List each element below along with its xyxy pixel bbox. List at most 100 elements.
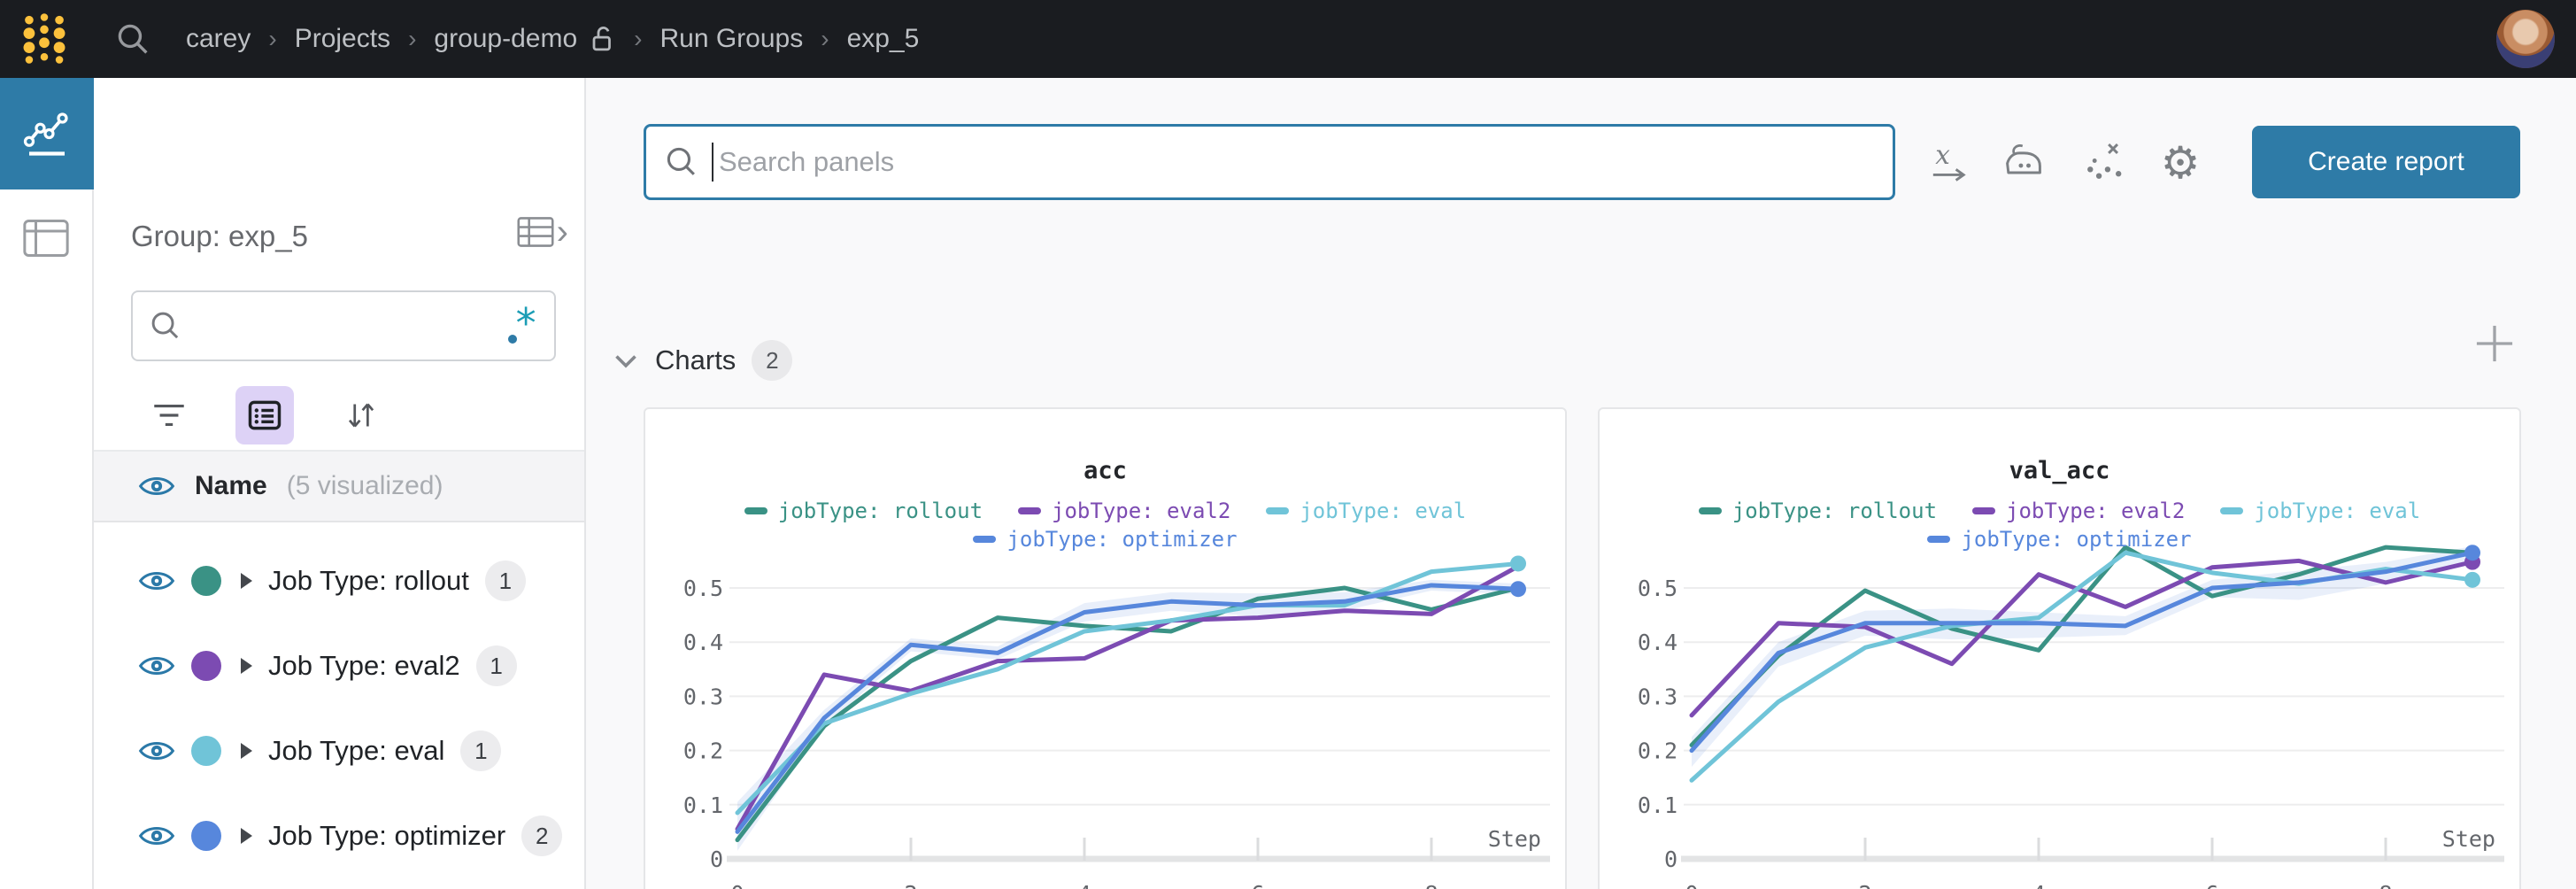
- run-color-dot: [191, 821, 221, 851]
- outliers-button[interactable]: [2079, 137, 2127, 189]
- regex-toggle[interactable]: *: [506, 305, 538, 347]
- eye-icon[interactable]: [138, 823, 175, 849]
- search-icon: [149, 309, 182, 343]
- x-axis-settings-button[interactable]: x: [1924, 137, 1972, 189]
- unlock-icon: [590, 24, 616, 54]
- table-icon: [516, 215, 555, 249]
- name-header-row[interactable]: Name (5 visualized): [94, 452, 584, 522]
- run-count-badge: 1: [485, 560, 526, 601]
- caret-right-icon[interactable]: [241, 828, 252, 844]
- workspace-main: Search panels x ⚙ Create: [586, 78, 2576, 889]
- group-row-rollout[interactable]: Job Type: rollout 1: [94, 538, 584, 623]
- settings-gear-icon[interactable]: ⚙: [2161, 141, 2201, 185]
- chevron-down-icon[interactable]: [613, 349, 639, 372]
- svg-text:0: 0: [710, 846, 723, 872]
- svg-text:x: x: [1935, 140, 1950, 170]
- panel-search-input[interactable]: Search panels: [644, 124, 1895, 200]
- eye-icon[interactable]: [138, 738, 175, 764]
- breadcrumb-separator: ›: [268, 25, 276, 53]
- legend-dash-icon: [2220, 507, 2243, 514]
- breadcrumb-projects[interactable]: Projects: [295, 24, 390, 54]
- chart-legend: jobType: rollout jobType: eval2 jobType: e…: [1662, 499, 2458, 552]
- legend-dash-icon: [1018, 507, 1041, 514]
- sort-button[interactable]: [331, 386, 389, 444]
- svg-text:6: 6: [1251, 881, 1264, 889]
- svg-text:2: 2: [1858, 881, 1871, 889]
- caret-right-icon[interactable]: [241, 743, 252, 759]
- breadcrumb: carey › Projects › group-demo › Run Grou…: [186, 24, 919, 54]
- group-label: Job Type: rollout: [268, 565, 469, 597]
- run-search-input[interactable]: *: [131, 290, 556, 361]
- workspace-tab-runs-table[interactable]: [0, 189, 92, 287]
- plus-icon: [2472, 321, 2518, 367]
- svg-text:0.5: 0.5: [683, 576, 723, 601]
- svg-text:0.3: 0.3: [683, 684, 723, 709]
- svg-text:0.3: 0.3: [1638, 684, 1677, 709]
- svg-text:8: 8: [1424, 881, 1438, 889]
- table-icon: [21, 218, 71, 259]
- legend-item[interactable]: jobType: eval: [1266, 499, 1466, 523]
- top-navbar: carey › Projects › group-demo › Run Grou…: [0, 0, 2576, 78]
- workspace-tab-charts[interactable]: [0, 78, 94, 189]
- run-color-dot: [191, 736, 221, 766]
- group-title: Group: exp_5: [131, 220, 308, 253]
- chart-panel-val_acc: val_accjobType: rolloutjobType: eval2job…: [1598, 407, 2521, 889]
- group-row-eval[interactable]: Job Type: eval 1: [94, 708, 584, 793]
- section-title[interactable]: Charts: [655, 344, 736, 376]
- caret-right-icon[interactable]: [241, 573, 252, 589]
- wandb-run-group-page: carey › Projects › group-demo › Run Grou…: [0, 0, 2576, 889]
- breadcrumb-run-groups[interactable]: Run Groups: [659, 24, 803, 54]
- section-count-badge: 2: [752, 340, 792, 381]
- filter-button[interactable]: [140, 386, 198, 444]
- charts-section-header: Charts 2: [613, 340, 792, 381]
- name-column-label: Name: [195, 471, 267, 501]
- eye-icon[interactable]: [138, 473, 175, 499]
- legend-item[interactable]: jobType: eval2: [1972, 499, 2185, 523]
- svg-text:Step: Step: [1488, 826, 1541, 852]
- left-rail: [0, 78, 94, 889]
- search-icon[interactable]: [115, 21, 150, 57]
- caret-right-icon[interactable]: [241, 658, 252, 674]
- legend-dash-icon: [1699, 507, 1722, 514]
- legend-dash-icon: [973, 536, 996, 543]
- legend-item[interactable]: jobType: eval2: [1018, 499, 1230, 523]
- svg-text:8: 8: [2379, 881, 2392, 889]
- user-avatar[interactable]: [2496, 10, 2555, 68]
- legend-item[interactable]: jobType: optimizer: [973, 527, 1237, 552]
- svg-text:0.2: 0.2: [683, 738, 723, 764]
- breadcrumb-entity[interactable]: carey: [186, 24, 251, 54]
- charts-grid: accjobType: rolloutjobType: eval2jobType…: [644, 407, 2521, 889]
- run-count-badge: 1: [460, 731, 501, 771]
- legend-item[interactable]: jobType: rollout: [744, 499, 983, 523]
- add-panel-button[interactable]: [2472, 321, 2518, 371]
- group-row-eval2[interactable]: Job Type: eval2 1: [94, 623, 584, 708]
- legend-item[interactable]: jobType: eval: [2220, 499, 2420, 523]
- svg-text:0.4: 0.4: [1638, 630, 1677, 655]
- filter-icon: [149, 398, 189, 433]
- svg-text:0: 0: [1685, 881, 1698, 889]
- group-row-optimizer[interactable]: Job Type: optimizer 2: [94, 793, 584, 878]
- svg-text:0.4: 0.4: [683, 630, 723, 655]
- eye-icon[interactable]: [138, 653, 175, 679]
- eye-icon[interactable]: [138, 568, 175, 594]
- search-placeholder: Search panels: [719, 146, 894, 178]
- breadcrumb-separator: ›: [408, 25, 416, 53]
- wandb-logo-icon[interactable]: [19, 11, 69, 67]
- list-icon: [245, 396, 284, 435]
- search-icon: [664, 144, 699, 180]
- smoothing-button[interactable]: [2000, 137, 2048, 189]
- breadcrumb-group[interactable]: exp_5: [847, 24, 920, 54]
- breadcrumb-project[interactable]: group-demo: [434, 24, 577, 54]
- svg-text:0.1: 0.1: [683, 792, 723, 818]
- legend-dash-icon: [1266, 507, 1289, 514]
- legend-item[interactable]: jobType: optimizer: [1927, 527, 2191, 552]
- svg-text:0: 0: [1664, 846, 1677, 872]
- visualized-count: (5 visualized): [287, 471, 443, 501]
- create-report-button[interactable]: Create report: [2252, 126, 2520, 198]
- run-count-badge: 2: [521, 816, 562, 856]
- expand-table-button[interactable]: ›: [516, 215, 568, 249]
- legend-item[interactable]: jobType: rollout: [1699, 499, 1937, 523]
- group-list-button[interactable]: [235, 386, 294, 444]
- svg-text:2: 2: [904, 881, 917, 889]
- svg-text:6: 6: [2205, 881, 2218, 889]
